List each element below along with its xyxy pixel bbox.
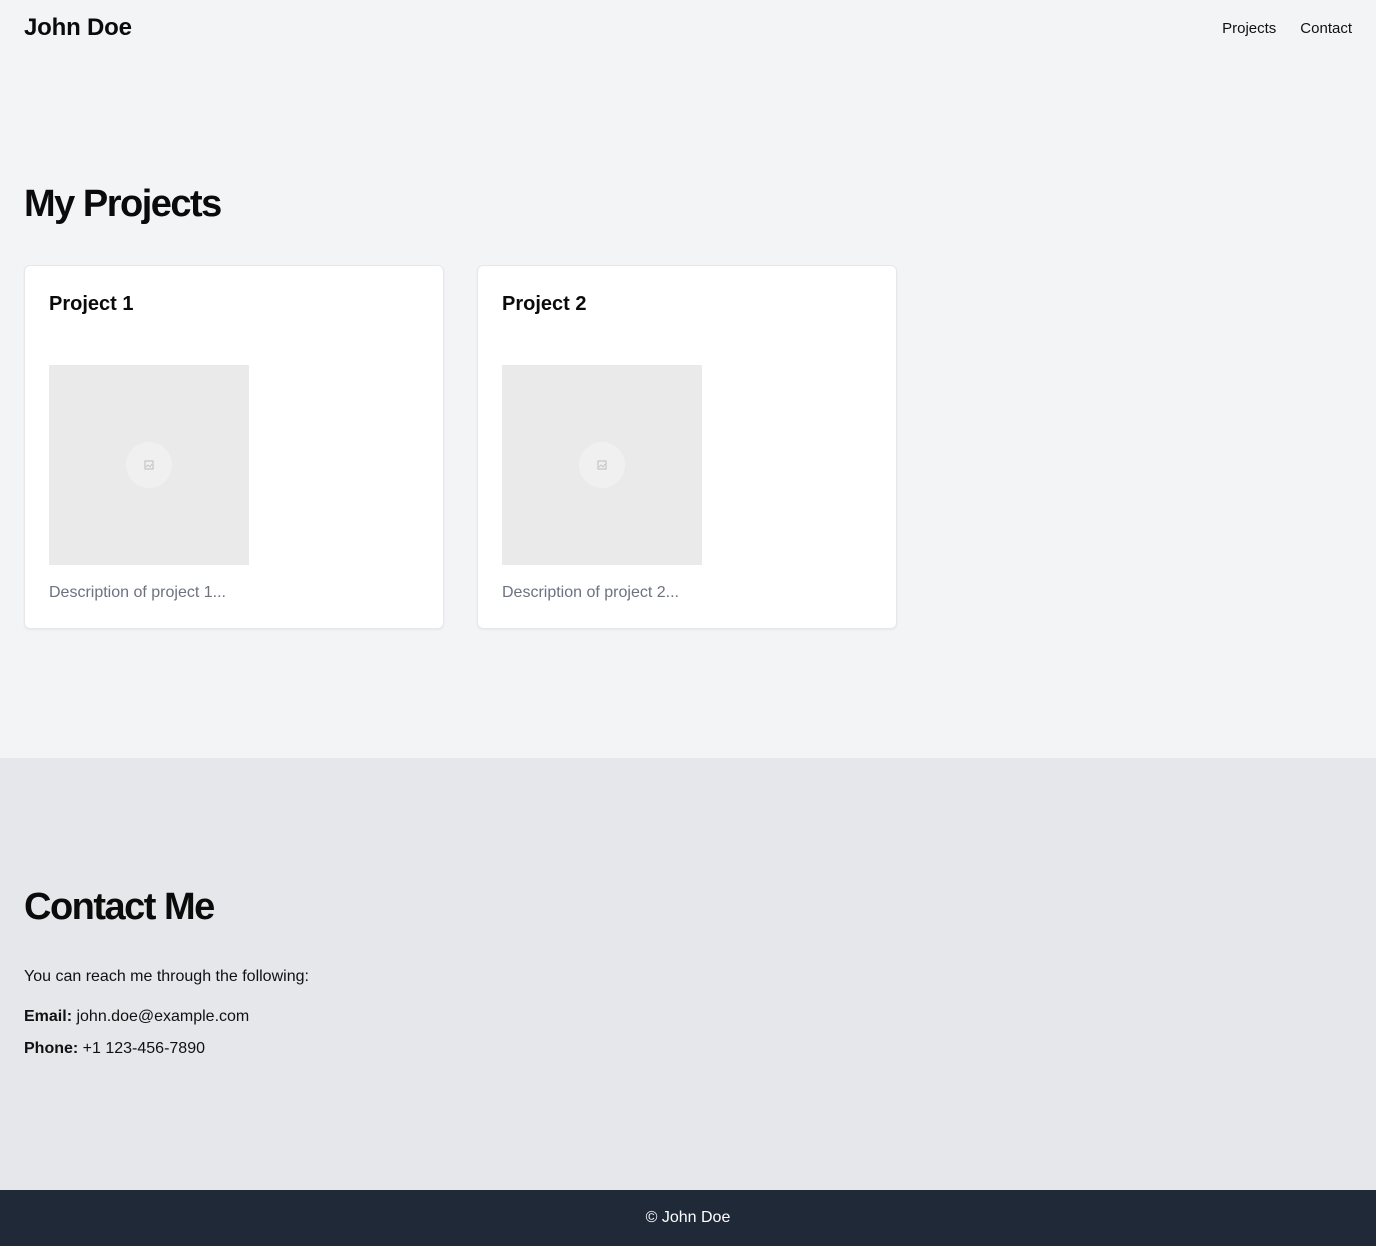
project-image: [49, 365, 249, 565]
phone-value[interactable]: +1 123-456-7890: [83, 1040, 205, 1057]
projects-title: My Projects: [24, 183, 222, 225]
project-title: Project 1: [49, 293, 134, 315]
contact-title: Contact Me: [24, 886, 215, 928]
image-placeholder-icon: [579, 442, 625, 488]
phone-label: Phone:: [24, 1040, 79, 1057]
contact-intro: You can reach me through the following:: [24, 968, 309, 985]
email-label: Email:: [24, 1008, 73, 1025]
project-card: Project 1 Description of project 1...: [24, 265, 444, 629]
project-description: Description of project 1...: [49, 584, 226, 601]
contact-section: Contact Me You can reach me through the …: [0, 758, 1376, 1190]
projects-section: My Projects Project 1 Description of pro…: [0, 0, 1376, 758]
project-cards: Project 1 Description of project 1... Pr…: [24, 265, 897, 629]
image-placeholder-icon: [126, 442, 172, 488]
project-title: Project 2: [502, 293, 587, 315]
footer-copyright: © John Doe: [645, 1209, 731, 1226]
project-card: Project 2 Description of project 2...: [477, 265, 897, 629]
site-footer: © John Doe: [0, 1190, 1376, 1246]
contact-phone: Phone: +1 123-456-7890: [24, 1040, 205, 1058]
contact-email: Email: john.doe@example.com: [24, 1008, 249, 1026]
project-image: [502, 365, 702, 565]
email-value[interactable]: john.doe@example.com: [76, 1008, 249, 1025]
project-description: Description of project 2...: [502, 584, 679, 601]
